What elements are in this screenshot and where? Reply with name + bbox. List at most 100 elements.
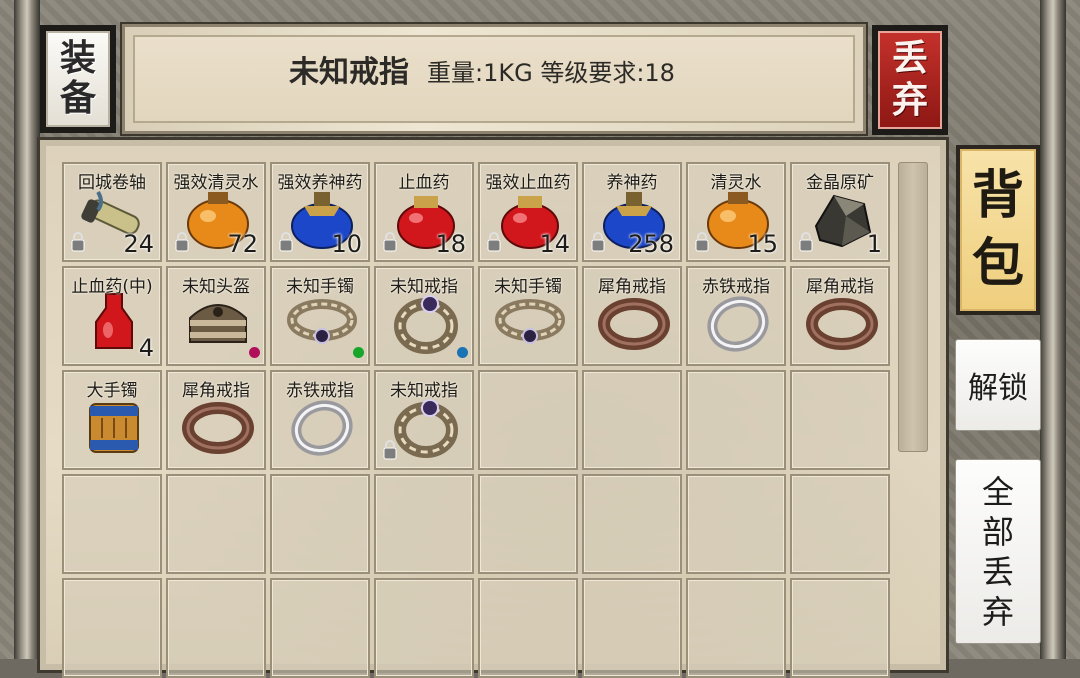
silver-ring-icon <box>707 296 769 352</box>
item-name: 强效止血药 <box>485 173 571 193</box>
item-name: 赤铁戒指 <box>702 277 770 297</box>
discard-all-char: 丢 <box>981 552 1014 591</box>
inventory-slot-empty[interactable] <box>166 578 266 678</box>
bind-lock-icon <box>487 232 501 252</box>
item-info-panel: 未知戒指 重量:1KG 等级要求:18 <box>133 35 855 123</box>
item-info-banner: 未知戒指 重量:1KG 等级要求:18 <box>120 22 868 136</box>
item-info-meta: 重量:1KG 等级要求:18 <box>427 59 675 87</box>
inventory-slot[interactable]: 赤铁戒指 <box>270 370 370 470</box>
inventory-slot-empty[interactable] <box>686 474 786 574</box>
inventory-slot-empty[interactable] <box>582 370 682 470</box>
inventory-slot[interactable]: 赤铁戒指 <box>686 266 786 366</box>
equip-button-char: 装 <box>59 38 96 79</box>
bind-lock-icon <box>383 440 397 460</box>
equip-button[interactable]: 装 备 <box>40 25 116 133</box>
equip-button-face[interactable]: 装 备 <box>46 31 110 127</box>
quality-dot-icon <box>353 347 364 358</box>
inventory-slot[interactable]: 止血药 18 <box>374 162 474 262</box>
item-count: 72 <box>227 230 258 258</box>
inventory-grid: 回城卷轴 24 强效清灵水 72 强效养神药 10 止血药 18 强效止血药 14 养神药 258 清灵… <box>62 162 890 678</box>
tab-bag-face[interactable]: 背 包 <box>960 149 1036 311</box>
bind-lock-icon <box>695 232 709 252</box>
bind-lock-icon <box>175 232 189 252</box>
item-name: 大手镯 <box>86 381 138 401</box>
right-frame-rail <box>1040 0 1066 659</box>
item-info-title: 未知戒指 <box>289 55 409 90</box>
inventory-slot-empty[interactable] <box>582 474 682 574</box>
quality-dot-icon <box>457 347 468 358</box>
tab-bag[interactable]: 背 包 <box>956 145 1040 315</box>
item-name: 未知戒指 <box>390 381 458 401</box>
item-name: 止血药(中) <box>71 277 153 297</box>
tab-bag-char: 包 <box>971 234 1024 294</box>
unknown-ring-icon <box>394 295 458 354</box>
discard-all-char: 部 <box>981 512 1014 551</box>
bracelet-icon <box>495 299 565 344</box>
inventory-slot[interactable]: 清灵水 15 <box>686 162 786 262</box>
bind-lock-icon <box>591 232 605 252</box>
inventory-slot[interactable]: 金晶原矿 1 <box>790 162 890 262</box>
discard-button-char: 弃 <box>891 80 928 121</box>
tab-bag-char: 背 <box>971 166 1024 226</box>
item-name: 未知手镯 <box>286 277 354 297</box>
inventory-slot-empty[interactable] <box>166 474 266 574</box>
item-count: 4 <box>138 334 154 362</box>
inventory-slot[interactable]: 回城卷轴 24 <box>62 162 162 262</box>
item-name: 未知戒指 <box>390 277 458 297</box>
inventory-slot-empty[interactable] <box>374 474 474 574</box>
item-name: 赤铁戒指 <box>286 381 354 401</box>
discard-all-button[interactable]: 全 部 丢 弃 <box>955 459 1041 644</box>
inventory-slot-empty[interactable] <box>270 578 370 678</box>
inventory-panel: 回城卷轴 24 强效清灵水 72 强效养神药 10 止血药 18 强效止血药 14 养神药 258 清灵… <box>37 137 949 678</box>
inventory-slot[interactable]: 强效止血药 14 <box>478 162 578 262</box>
inventory-slot-empty[interactable] <box>686 370 786 470</box>
unknown-ring-icon <box>394 399 458 458</box>
inventory-slot[interactable]: 未知手镯 <box>478 266 578 366</box>
inventory-slot-empty[interactable] <box>790 578 890 678</box>
horn-ring-icon <box>182 402 254 454</box>
discard-button-face[interactable]: 丢 弃 <box>878 31 942 129</box>
inventory-slot[interactable]: 止血药(中) 4 <box>62 266 162 366</box>
inventory-slot-empty[interactable] <box>478 474 578 574</box>
helmet-icon <box>189 304 247 343</box>
item-count: 258 <box>628 230 674 258</box>
inventory-slot-empty[interactable] <box>790 370 890 470</box>
inventory-slot[interactable]: 未知头盔 <box>166 266 266 366</box>
inventory-slot-empty[interactable] <box>374 578 474 678</box>
big-bracelet-icon <box>89 403 139 453</box>
inventory-slot[interactable]: 犀角戒指 <box>582 266 682 366</box>
inventory-slot-empty[interactable] <box>686 578 786 678</box>
discard-button-char: 丢 <box>891 38 928 79</box>
item-count: 24 <box>123 230 154 258</box>
inventory-slot[interactable]: 未知戒指 <box>374 266 474 366</box>
inventory-slot-empty[interactable] <box>478 370 578 470</box>
inventory-slot[interactable]: 强效养神药 10 <box>270 162 370 262</box>
discard-all-char: 全 <box>981 472 1014 511</box>
inventory-slot[interactable]: 未知手镯 <box>270 266 370 366</box>
item-name: 未知手镯 <box>494 277 562 297</box>
inventory-slot-empty[interactable] <box>582 578 682 678</box>
unlock-button[interactable]: 解锁 <box>955 339 1041 431</box>
item-name: 养神药 <box>606 173 658 193</box>
inventory-slot-empty[interactable] <box>62 578 162 678</box>
inventory-slot-empty[interactable] <box>790 474 890 574</box>
horn-ring-icon <box>598 298 670 350</box>
item-name: 清灵水 <box>710 173 762 193</box>
inventory-slot[interactable]: 未知戒指 <box>374 370 474 470</box>
inventory-slot-empty[interactable] <box>270 474 370 574</box>
inventory-slot[interactable]: 养神药 258 <box>582 162 682 262</box>
bind-lock-icon <box>279 232 293 252</box>
inventory-slot-empty[interactable] <box>478 578 578 678</box>
equip-button-char: 备 <box>59 78 96 119</box>
inventory-slot[interactable]: 强效清灵水 72 <box>166 162 266 262</box>
item-count: 14 <box>539 230 570 258</box>
inventory-slot[interactable]: 大手镯 <box>62 370 162 470</box>
bind-lock-icon <box>383 232 397 252</box>
inventory-slot[interactable]: 犀角戒指 <box>790 266 890 366</box>
item-count: 15 <box>747 230 778 258</box>
inventory-scrollbar[interactable] <box>898 162 928 452</box>
discard-button[interactable]: 丢 弃 <box>872 25 948 135</box>
inventory-slot-empty[interactable] <box>62 474 162 574</box>
item-count: 10 <box>331 230 362 258</box>
inventory-slot[interactable]: 犀角戒指 <box>166 370 266 470</box>
